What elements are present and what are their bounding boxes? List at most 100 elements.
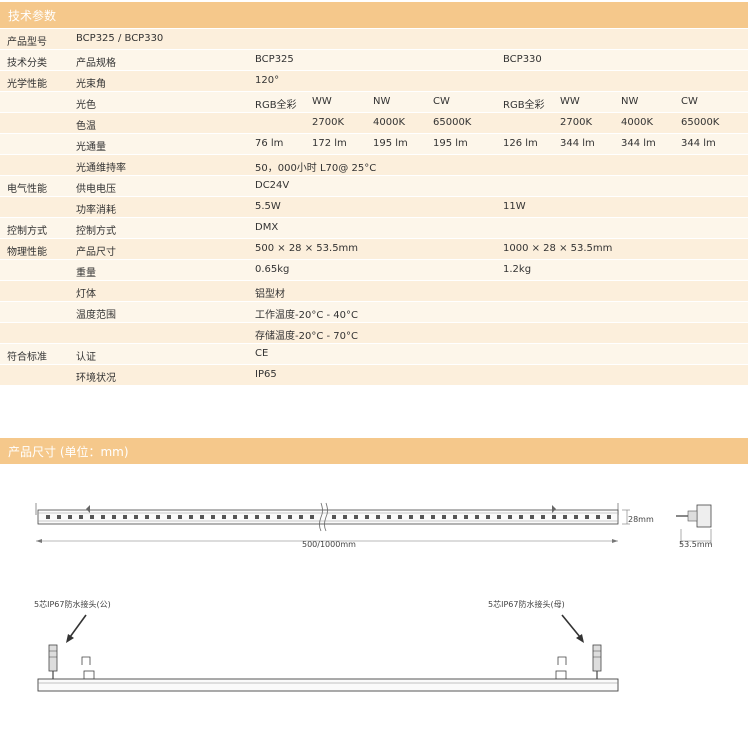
top-view: 28mm 500/1000mm [35, 502, 654, 549]
spec-row: 符合标准 认证 CE [0, 344, 748, 364]
led-dot [299, 515, 303, 519]
led-dot [585, 515, 589, 519]
led-dot [398, 515, 402, 519]
led-dot [497, 515, 501, 519]
spec-value-primary: 铝型材 [255, 289, 285, 300]
led-dot [222, 515, 226, 519]
spec-value-primary: 500 × 28 × 53.5mm [255, 243, 359, 254]
spec-value-bcp325: 65000K [433, 117, 472, 128]
led-dot [508, 515, 512, 519]
led-dot [530, 515, 534, 519]
spec-property: 温度范围 [76, 310, 116, 321]
spec-value-primary: DC24V [255, 180, 290, 191]
spec-value-primary: DMX [255, 222, 279, 233]
spec-property: 环境状况 [76, 373, 116, 384]
spec-value-bcp330: 4000K [621, 117, 654, 128]
spec-value-bcp325: 76 lm [255, 138, 284, 149]
spec-category: 符合标准 [7, 352, 47, 363]
spec-property: 控制方式 [76, 226, 116, 237]
led-dot [552, 515, 556, 519]
spec-category: 控制方式 [7, 226, 47, 237]
led-dot [189, 515, 193, 519]
female-connector-label: 5芯IP67防水接头(母) [488, 599, 565, 609]
spec-value-bcp330: 2700K [560, 117, 593, 128]
led-dot [332, 515, 336, 519]
led-dot [46, 515, 50, 519]
spec-value-bcp325: 172 lm [312, 138, 347, 149]
spec-value-bcp325: NW [373, 96, 391, 107]
led-dot [134, 515, 138, 519]
male-connector-label: 5芯IP67防水接头(公) [34, 599, 111, 609]
spec-category: 光学性能 [7, 79, 47, 90]
spec-value-bcp325: RGB全彩 [255, 100, 297, 111]
led-dot [79, 515, 83, 519]
depth-label: 53.5mm [679, 540, 713, 549]
spec-value-secondary: BCP330 [503, 54, 542, 65]
led-dot [574, 515, 578, 519]
spec-category: 技术分类 [7, 58, 47, 69]
spec-value-primary: 5.5W [255, 201, 281, 212]
spec-value-primary: CE [255, 348, 269, 359]
spec-value-bcp330: CW [681, 96, 698, 107]
spec-value-bcp325: CW [433, 96, 450, 107]
spec-value-primary: BCP325 [255, 54, 294, 65]
led-dot [123, 515, 127, 519]
spec-property: 灯体 [76, 289, 96, 300]
led-dot [145, 515, 149, 519]
spec-property: 供电电压 [76, 184, 116, 195]
spec-value-bcp325: 4000K [373, 117, 406, 128]
spec-row: 存储温度-20°C - 70°C [0, 323, 748, 343]
led-dot [475, 515, 479, 519]
led-dot [376, 515, 380, 519]
spec-value-primary: 工作温度-20°C - 40°C [255, 310, 358, 321]
spec-row: 环境状况 IP65 [0, 365, 748, 385]
dims-section-title: 产品尺寸 (单位：mm) [8, 445, 129, 459]
spec-value-bcp325: 195 lm [373, 138, 408, 149]
led-dot [486, 515, 490, 519]
led-dot [519, 515, 523, 519]
spec-property: 光通量 [76, 142, 106, 153]
spec-value-bcp330: 344 lm [681, 138, 716, 149]
specs-section-header: 技术参数 [0, 2, 748, 28]
led-dot [112, 515, 116, 519]
specs-section-title: 技术参数 [8, 9, 57, 23]
led-dot [167, 515, 171, 519]
led-dot [354, 515, 358, 519]
led-dot [596, 515, 600, 519]
led-dot [607, 515, 611, 519]
spec-property: 功率消耗 [76, 205, 116, 216]
led-dot [211, 515, 215, 519]
spec-row: 功率消耗 5.5W 11W [0, 197, 748, 217]
spec-row: 光通量 76 lm 172 lm 195 lm 195 lm 126 lm 344 lm 34… [0, 134, 748, 154]
spec-row: 物理性能 产品尺寸 500 × 28 × 53.5mm 1000 × 28 × 53.… [0, 239, 748, 259]
spec-value-primary: 120° [255, 75, 280, 86]
led-dot [244, 515, 248, 519]
led-dot [409, 515, 413, 519]
spec-row: 技术分类 产品规格 BCP325 BCP330 [0, 50, 748, 70]
spec-property: 认证 [76, 352, 96, 363]
spec-property: BCP325 / BCP330 [76, 33, 164, 44]
spec-value-bcp325: 195 lm [433, 138, 468, 149]
led-dot [68, 515, 72, 519]
led-dot [442, 515, 446, 519]
led-dot [453, 515, 457, 519]
spec-row: 温度范围 工作温度-20°C - 40°C [0, 302, 748, 322]
spec-value-bcp325: 2700K [312, 117, 345, 128]
height-label: 28mm [628, 515, 654, 524]
led-dot [178, 515, 182, 519]
spec-category: 电气性能 [7, 184, 47, 195]
led-dot [255, 515, 259, 519]
spec-value-bcp330: NW [621, 96, 639, 107]
led-dot [90, 515, 94, 519]
spec-category: 产品型号 [7, 37, 47, 48]
led-dot [343, 515, 347, 519]
led-dot [233, 515, 237, 519]
spec-value-bcp330: 344 lm [560, 138, 595, 149]
side-view: 5芯IP67防水接头(公) 5芯IP67防水接头(母) [34, 599, 619, 692]
spec-category: 物理性能 [7, 247, 47, 258]
spec-value-bcp330: 126 lm [503, 138, 538, 149]
led-dot [101, 515, 105, 519]
spec-row: 光学性能 光束角 120° [0, 71, 748, 91]
spec-row: 重量 0.65kg 1.2kg [0, 260, 748, 280]
spec-value-secondary: 1000 × 28 × 53.5mm [503, 243, 613, 254]
